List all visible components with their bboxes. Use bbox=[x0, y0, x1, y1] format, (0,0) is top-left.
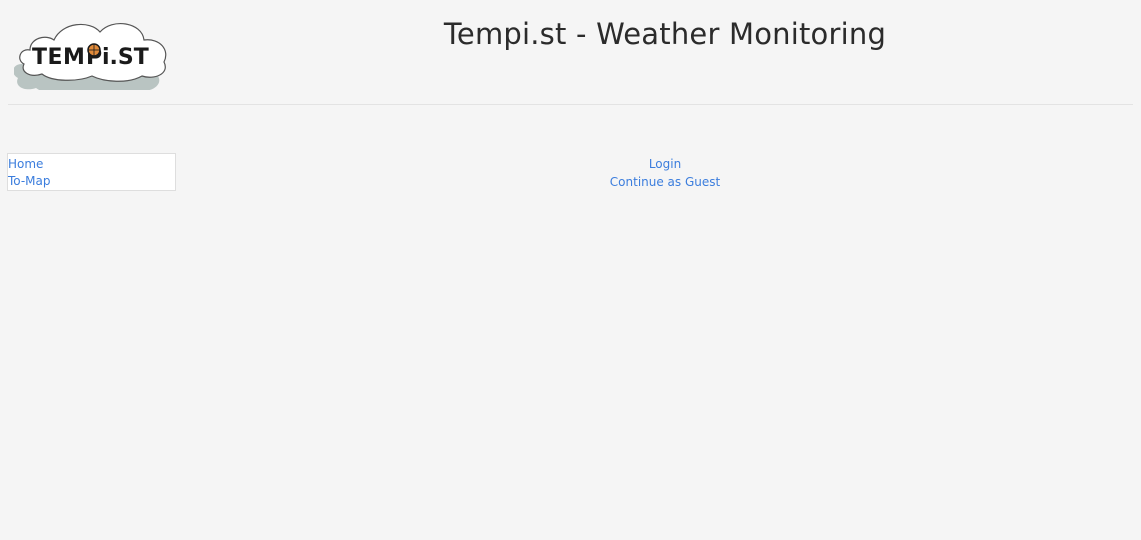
page-title: Tempi.st - Weather Monitoring bbox=[443, 17, 887, 51]
page: TEM P i.ST Tempi.st - Weather Monitoring… bbox=[0, 0, 1141, 540]
continue-as-guest-link[interactable]: Continue as Guest bbox=[560, 173, 770, 191]
login-link[interactable]: Login bbox=[560, 155, 770, 173]
svg-text:TEM: TEM bbox=[32, 45, 85, 70]
sidebar-item-home[interactable]: Home bbox=[8, 156, 175, 173]
header: TEM P i.ST Tempi.st - Weather Monitoring bbox=[0, 0, 1141, 104]
logo[interactable]: TEM P i.ST bbox=[14, 18, 170, 90]
sidebar-nav: Home To-Map bbox=[7, 153, 176, 191]
cloud-logo-icon: TEM P i.ST bbox=[14, 23, 167, 90]
header-divider bbox=[8, 104, 1133, 105]
svg-text:i.ST: i.ST bbox=[102, 45, 149, 70]
auth-links: Login Continue as Guest bbox=[560, 155, 770, 191]
sidebar-item-to-map[interactable]: To-Map bbox=[8, 173, 175, 190]
